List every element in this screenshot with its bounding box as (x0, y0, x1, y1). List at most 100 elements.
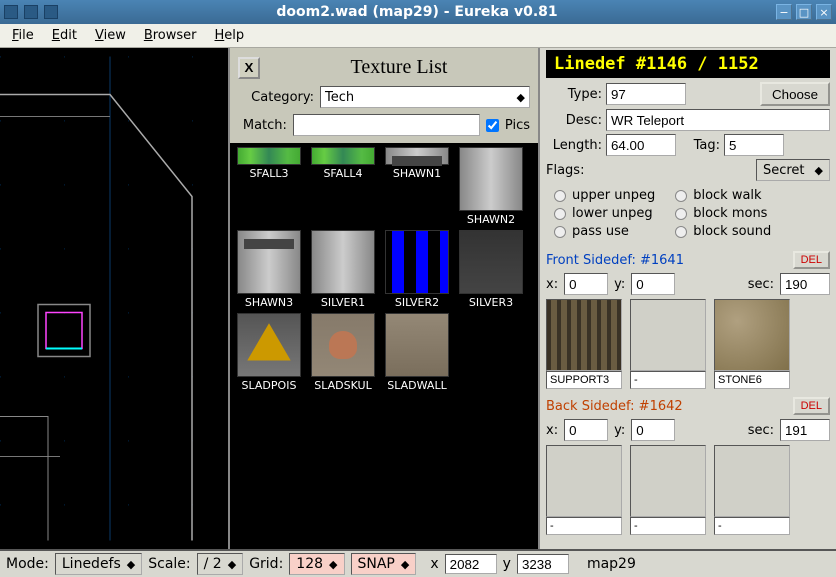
texture-thumb (385, 313, 449, 377)
texture-item[interactable]: SHAWN2 (456, 147, 526, 226)
back-tex1-thumb[interactable] (546, 445, 622, 517)
dropdown-icon: ◆ (329, 558, 337, 571)
flag-option[interactable]: block walk (675, 188, 771, 203)
flag-option[interactable]: upper unpeg (554, 188, 655, 203)
match-input[interactable] (293, 114, 480, 136)
texture-thumb (237, 313, 301, 377)
back-tex3-name[interactable] (714, 517, 790, 535)
sys-icon-2[interactable] (24, 5, 38, 19)
menu-view[interactable]: View (87, 26, 134, 45)
back-tex2-name[interactable] (630, 517, 706, 535)
flag-option[interactable]: block sound (675, 224, 771, 239)
radio-icon (554, 208, 566, 220)
front-del-button[interactable]: DEL (793, 251, 830, 269)
dropdown-icon: ◆ (401, 558, 409, 571)
front-y-input[interactable] (631, 273, 675, 295)
scale-label: Scale: (148, 556, 190, 572)
front-y-label: y: (614, 277, 625, 292)
menu-browser[interactable]: Browser (136, 26, 205, 45)
front-tex3-thumb[interactable] (714, 299, 790, 371)
texture-item[interactable]: SFALL3 (234, 147, 304, 226)
mode-select[interactable]: Linedefs◆ (55, 553, 142, 575)
minimize-button[interactable]: − (776, 4, 792, 20)
mode-label: Mode: (6, 556, 49, 572)
texture-grid[interactable]: SFALL3 SFALL4SHAWN1SHAWN2 SHAWN3 SILVER1 SIL… (230, 143, 538, 549)
menu-edit[interactable]: Edit (44, 26, 85, 45)
close-button[interactable]: × (816, 4, 832, 20)
tag-input[interactable] (724, 134, 784, 156)
dropdown-icon: ◆ (228, 558, 236, 571)
back-x-input[interactable] (564, 419, 608, 441)
texture-name: SHAWN3 (245, 296, 293, 309)
map-canvas[interactable] (0, 48, 228, 549)
category-select[interactable]: Tech ◆ (320, 86, 530, 108)
menu-bar: File Edit View Browser Help (0, 24, 836, 48)
front-tex2-name[interactable] (630, 371, 706, 389)
y-coord[interactable] (517, 554, 569, 574)
back-y-input[interactable] (631, 419, 675, 441)
menu-file[interactable]: File (4, 26, 42, 45)
texture-item[interactable]: SILVER1 (308, 230, 378, 309)
back-sec-label: sec: (748, 423, 774, 438)
texture-browser: X Texture List Category: Tech ◆ Match: P… (228, 48, 540, 549)
radio-icon (554, 226, 566, 238)
back-y-label: y: (614, 423, 625, 438)
texture-name: SFALL3 (249, 167, 288, 180)
texture-item[interactable]: SLADPOIS (234, 313, 304, 392)
desc-input[interactable] (606, 109, 830, 131)
front-tex2-thumb[interactable] (630, 299, 706, 371)
front-tex1-name[interactable] (546, 371, 622, 389)
front-x-input[interactable] (564, 273, 608, 295)
back-tex2-thumb[interactable] (630, 445, 706, 517)
tag-label: Tag: (680, 138, 720, 153)
back-del-button[interactable]: DEL (793, 397, 830, 415)
texture-item[interactable]: SLADWALL (382, 313, 452, 392)
texture-item[interactable]: SHAWN1 (382, 147, 452, 226)
texture-thumb (385, 147, 449, 165)
x-coord[interactable] (445, 554, 497, 574)
texture-thumb (459, 230, 523, 294)
flags-select[interactable]: Secret ◆ (756, 159, 830, 181)
texture-item[interactable]: SLADSKUL (308, 313, 378, 392)
scale-select[interactable]: / 2◆ (197, 553, 244, 575)
choose-button[interactable]: Choose (760, 82, 830, 106)
back-sec-input[interactable] (780, 419, 830, 441)
texture-name: SILVER3 (469, 296, 513, 309)
length-input[interactable] (606, 134, 676, 156)
flag-label: upper unpeg (572, 188, 655, 203)
texture-name: SILVER2 (395, 296, 439, 309)
texture-name: SLADWALL (387, 379, 446, 392)
flag-option[interactable]: pass use (554, 224, 655, 239)
title-bar: doom2.wad (map29) - Eureka v0.81 − □ × (0, 0, 836, 24)
texture-item[interactable]: SFALL4 (308, 147, 378, 226)
dropdown-icon: ◆ (127, 558, 135, 571)
pics-label: Pics (505, 118, 530, 133)
sys-icon-1[interactable] (4, 5, 18, 19)
type-input[interactable] (606, 83, 686, 105)
flag-label: block mons (693, 206, 767, 221)
back-tex3-thumb[interactable] (714, 445, 790, 517)
flag-option[interactable]: lower unpeg (554, 206, 655, 221)
y-label: y (503, 556, 511, 572)
dropdown-icon: ◆ (517, 91, 525, 104)
flag-option[interactable]: block mons (675, 206, 771, 221)
snap-select[interactable]: SNAP◆ (351, 553, 417, 575)
texture-item[interactable]: SILVER3 (456, 230, 526, 309)
radio-icon (675, 226, 687, 238)
grid-select[interactable]: 128◆ (289, 553, 344, 575)
front-sidedef-label: Front Sidedef: #1641 (546, 253, 684, 268)
texture-panel-title: Texture List (268, 56, 530, 79)
back-tex1-name[interactable] (546, 517, 622, 535)
menu-help[interactable]: Help (207, 26, 253, 45)
grid-label: Grid: (249, 556, 283, 572)
radio-icon (675, 208, 687, 220)
front-tex1-thumb[interactable] (546, 299, 622, 371)
texture-close-button[interactable]: X (238, 57, 260, 79)
pics-checkbox[interactable] (486, 119, 499, 132)
front-tex3-name[interactable] (714, 371, 790, 389)
front-sec-input[interactable] (780, 273, 830, 295)
sys-icon-3[interactable] (44, 5, 58, 19)
maximize-button[interactable]: □ (796, 4, 812, 20)
texture-item[interactable]: SILVER2 (382, 230, 452, 309)
texture-item[interactable]: SHAWN3 (234, 230, 304, 309)
